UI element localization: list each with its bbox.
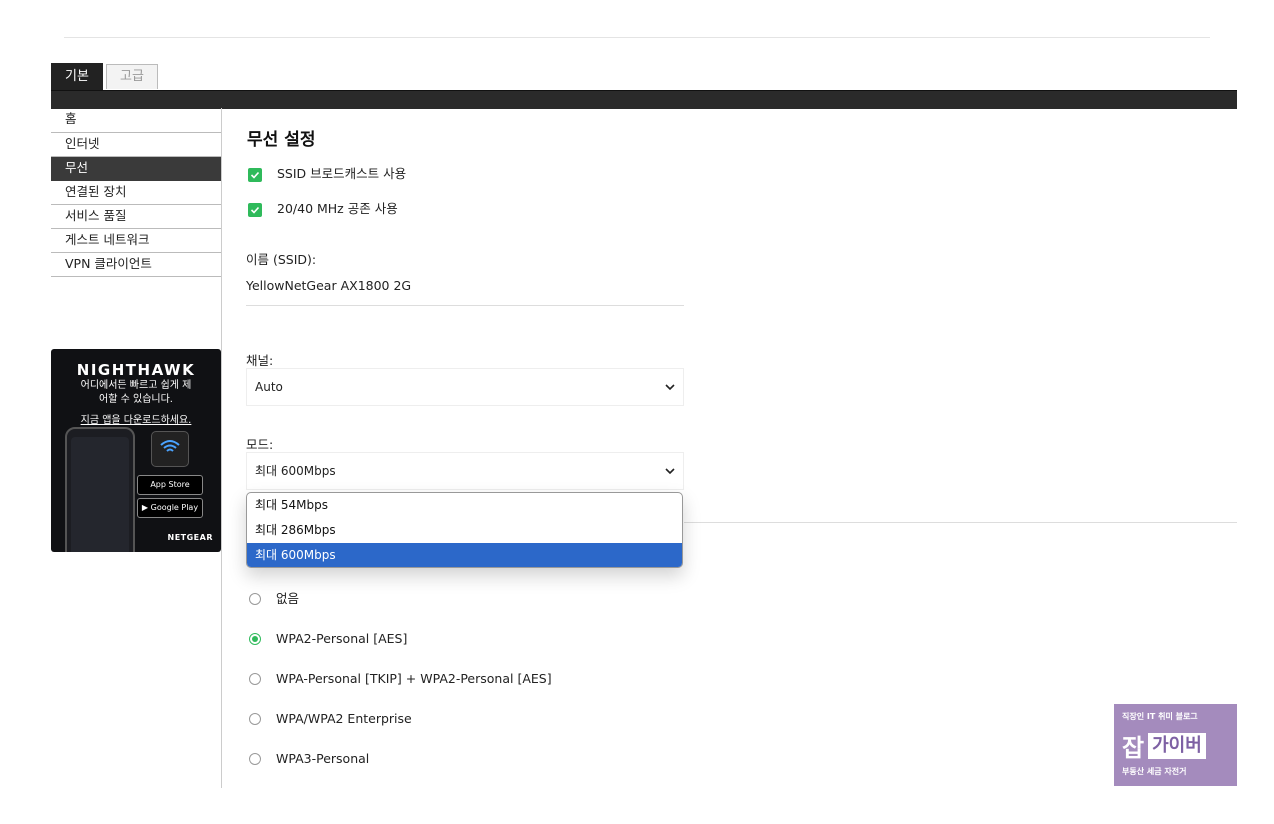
- mode-label: 모드:: [246, 437, 274, 452]
- radio-icon[interactable]: [249, 753, 261, 765]
- app-store-label: App Store: [150, 480, 190, 489]
- ssid-input[interactable]: YellowNetGear AX1800 2G: [246, 278, 411, 293]
- sidebar: 홈 인터넷 무선 연결된 장치 서비스 품질 게스트 네트워크 VPN 클라이언…: [51, 108, 221, 277]
- sidebar-item-guest-network[interactable]: 게스트 네트워크: [51, 229, 221, 253]
- google-play-label: Google Play: [150, 503, 199, 512]
- ssid-underline: [246, 305, 684, 306]
- mode-option[interactable]: 최대 286Mbps: [247, 518, 682, 543]
- channel-value: Auto: [255, 380, 283, 394]
- checkbox-checked-icon[interactable]: [248, 168, 262, 182]
- mode-option[interactable]: 최대 54Mbps: [247, 493, 682, 518]
- play-icon: ▶: [141, 503, 149, 512]
- ad-text-line2: 어할 수 있습니다.: [99, 394, 173, 405]
- sidebar-item-internet[interactable]: 인터넷: [51, 133, 221, 157]
- watermark-bottom-text: 부동산 세금 자전거: [1122, 767, 1187, 776]
- blog-watermark: 직장인 IT 취미 블로그 잡 가이버 부동산 세금 자전거: [1114, 704, 1237, 786]
- radio-label: WPA-Personal [TKIP] + WPA2-Personal [AES…: [276, 671, 552, 686]
- tab-advanced[interactable]: 고급: [106, 64, 158, 89]
- ad-download-link[interactable]: 지금 앱을 다운로드하세요.: [51, 411, 221, 426]
- sidebar-item-home[interactable]: 홈: [51, 108, 221, 133]
- checkbox-label: SSID 브로드캐스트 사용: [277, 166, 407, 181]
- section-divider: [684, 522, 1237, 523]
- netgear-logo: NETGEAR: [167, 533, 213, 542]
- checkbox-checked-icon[interactable]: [248, 203, 262, 217]
- top-divider: [64, 37, 1210, 38]
- radio-icon[interactable]: [249, 593, 261, 605]
- channel-select[interactable]: Auto: [246, 368, 684, 406]
- app-store-button[interactable]: App Store: [137, 475, 203, 495]
- sidebar-item-qos[interactable]: 서비스 품질: [51, 205, 221, 229]
- nav-bar: [51, 90, 1237, 109]
- watermark-top-text: 직장인 IT 취미 블로그: [1122, 712, 1198, 721]
- radio-label: WPA/WPA2 Enterprise: [276, 711, 412, 726]
- radio-selected-icon[interactable]: [249, 633, 261, 645]
- nighthawk-ad-banner[interactable]: NIGHTHAWK 어디에서든 빠르고 쉽게 제 어할 수 있습니다. 지금 앱…: [51, 349, 221, 552]
- radio-label: 없음: [276, 591, 300, 606]
- ad-text-line1: 어디에서든 빠르고 쉽게 제: [80, 380, 192, 391]
- wifi-app-icon: [151, 431, 189, 467]
- watermark-logo: 잡 가이버: [1122, 728, 1237, 762]
- radio-icon[interactable]: [249, 713, 261, 725]
- page-title: 무선 설정: [247, 130, 316, 150]
- sidebar-item-wireless[interactable]: 무선: [51, 157, 221, 181]
- google-play-button[interactable]: ▶ Google Play: [137, 498, 203, 518]
- mode-value: 최대 600Mbps: [255, 464, 336, 478]
- sidebar-item-attached-devices[interactable]: 연결된 장치: [51, 181, 221, 205]
- radio-icon[interactable]: [249, 673, 261, 685]
- ad-brand: NIGHTHAWK: [76, 361, 196, 379]
- checkbox-label: 20/40 MHz 공존 사용: [277, 201, 398, 216]
- mode-option-selected[interactable]: 최대 600Mbps: [247, 543, 682, 567]
- ssid-label: 이름 (SSID):: [246, 252, 317, 267]
- mode-dropdown-list: 최대 54Mbps 최대 286Mbps 최대 600Mbps: [246, 492, 683, 568]
- mode-select[interactable]: 최대 600Mbps: [246, 452, 684, 490]
- tab-basic[interactable]: 기본: [51, 63, 103, 90]
- channel-label: 채널:: [246, 353, 274, 368]
- radio-label: WPA3-Personal: [276, 751, 370, 766]
- watermark-big-char: 잡: [1122, 734, 1145, 762]
- chevron-down-icon: [665, 384, 675, 391]
- radio-label: WPA2-Personal [AES]: [276, 631, 408, 646]
- chevron-down-icon: [665, 468, 675, 475]
- sidebar-item-vpn-client[interactable]: VPN 클라이언트: [51, 253, 221, 277]
- sidebar-divider: [221, 108, 222, 788]
- phone-image: [65, 427, 135, 552]
- watermark-box-text: 가이버: [1148, 732, 1206, 759]
